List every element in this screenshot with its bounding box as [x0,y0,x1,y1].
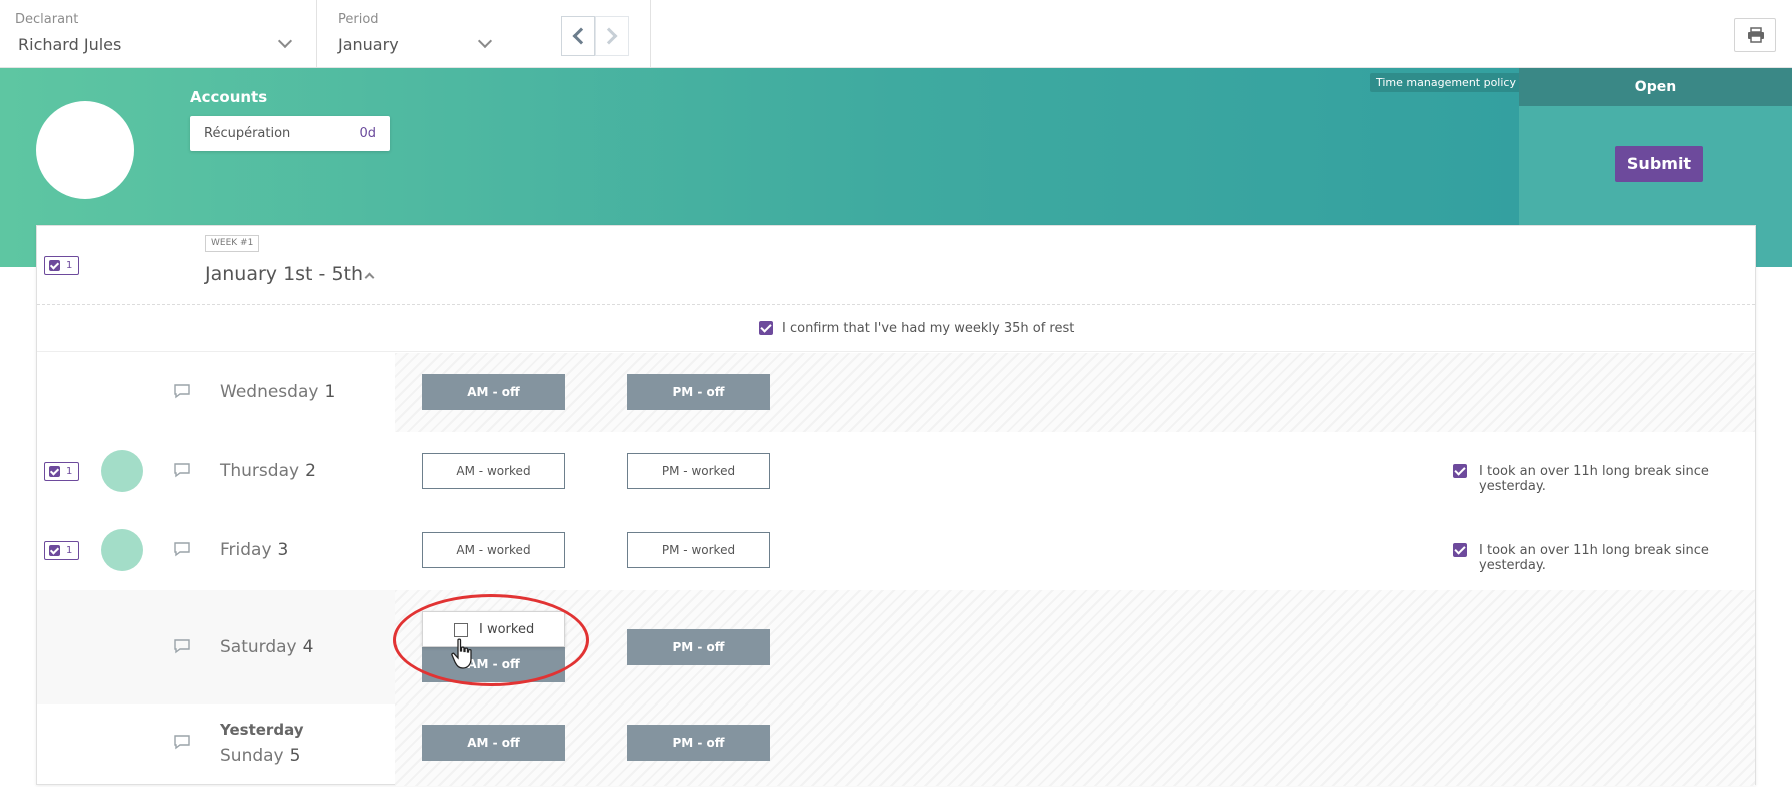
long-break-text: I took an over 11h long break since yest… [1479,464,1709,494]
day-number: 4 [302,637,314,657]
off-day-hatch [395,353,1755,432]
day-row-saturday: Saturday 4 AM - off PM - off [37,590,1755,704]
day-name: Saturday 4 [220,637,313,657]
check-icon [49,260,60,271]
check-icon [49,466,60,477]
am-slot[interactable]: AM - off [422,374,565,410]
comment-icon[interactable] [173,734,191,750]
declarant-avatar [36,101,134,199]
day-label: Friday [220,540,272,560]
day-count: 1 [66,466,73,477]
status-label: Open [1519,68,1792,106]
week-title: January 1st - 5th [205,263,364,285]
day-row-wednesday: Wednesday 1 AM - off PM - off [37,353,1755,432]
day-number: 3 [277,540,289,560]
long-break-checkbox[interactable] [1453,543,1467,557]
time-management-policy-link[interactable]: Time management policy [1370,73,1522,92]
off-day-hatch [395,704,1755,786]
chevron-left-icon [572,27,590,45]
printer-icon [1748,27,1764,43]
top-bar: Declarant Richard Jules Period January [0,0,1792,68]
day-row-sunday: Yesterday Sunday 5 AM - off PM - off [37,704,1755,786]
day-row-friday: 1 Friday 3 AM - worked PM - worked I took… [37,511,1755,590]
am-slot[interactable]: AM - worked [422,453,565,489]
day-name: Friday 3 [220,540,288,560]
collapse-chevron-icon[interactable] [364,272,375,283]
am-slot[interactable]: AM - off [422,646,565,682]
day-row-thursday: 1 Thursday 2 AM - worked PM - worked I to… [37,432,1755,511]
yesterday-label: Yesterday [220,721,304,739]
day-label: Saturday [220,637,297,657]
pm-slot[interactable]: PM - off [627,629,770,665]
day-count-badge: 1 [44,462,79,481]
week-count-badge: 1 [44,256,79,275]
chevron-right-icon [600,27,618,45]
account-name: Récupération [204,126,291,141]
week-tag: WEEK #1 [205,235,260,252]
am-slot[interactable]: AM - off [422,725,565,761]
pm-slot[interactable]: PM - worked [627,532,770,568]
weekly-rest-row: I confirm that I've had my weekly 35h of… [37,305,1755,352]
declarant-value: Richard Jules [18,35,122,54]
day-label: Thursday [220,461,300,481]
day-avatar [101,450,143,492]
previous-period-button[interactable] [561,16,595,56]
chevron-down-icon [277,33,293,49]
check-icon [49,545,60,556]
day-avatar [101,529,143,571]
print-button[interactable] [1734,18,1776,52]
submit-button[interactable]: Submit [1615,146,1703,182]
accounts-title: Accounts [190,88,268,106]
week-header: 1 WEEK #1 January 1st - 5th [37,226,1755,305]
day-name: Sunday 5 [220,746,300,766]
week-count: 1 [66,260,73,271]
comment-icon[interactable] [173,638,191,654]
pm-slot[interactable]: PM - off [627,725,770,761]
next-period-button[interactable] [595,16,629,56]
long-break-text: I took an over 11h long break since yest… [1479,543,1709,573]
long-break-checkbox[interactable] [1453,464,1467,478]
comment-icon[interactable] [173,383,191,399]
chevron-down-icon [477,33,493,49]
i-worked-checkbox[interactable] [454,623,468,637]
account-card: Récupération 0d [190,116,390,151]
declarant-select[interactable]: Declarant Richard Jules [0,0,317,68]
day-name: Thursday 2 [220,461,316,481]
weekly-rest-checkbox[interactable] [759,321,773,335]
week-card: 1 WEEK #1 January 1st - 5th I confirm th… [36,225,1756,786]
day-label: Sunday [220,746,284,766]
day-count-badge: 1 [44,541,79,560]
day-label: Wednesday [220,382,319,402]
account-value: 0d [359,126,376,141]
declarant-label: Declarant [15,12,79,27]
day-number: 5 [289,746,301,766]
weekly-rest-text: I confirm that I've had my weekly 35h of… [782,321,1075,336]
pm-slot[interactable]: PM - worked [627,453,770,489]
day-count: 1 [66,545,73,556]
period-label: Period [338,12,379,27]
day-name: Wednesday 1 [220,382,335,402]
i-worked-label: I worked [479,622,535,637]
hand-cursor-icon [451,638,472,669]
off-day-hatch [395,590,1755,704]
period-value: January [338,35,399,54]
pm-slot[interactable]: PM - off [627,374,770,410]
day-number: 2 [305,461,316,481]
comment-icon[interactable] [173,462,191,478]
day-number: 1 [324,382,336,402]
am-slot[interactable]: AM - worked [422,532,565,568]
i-worked-popup[interactable]: I worked [422,611,565,647]
comment-icon[interactable] [173,541,191,557]
